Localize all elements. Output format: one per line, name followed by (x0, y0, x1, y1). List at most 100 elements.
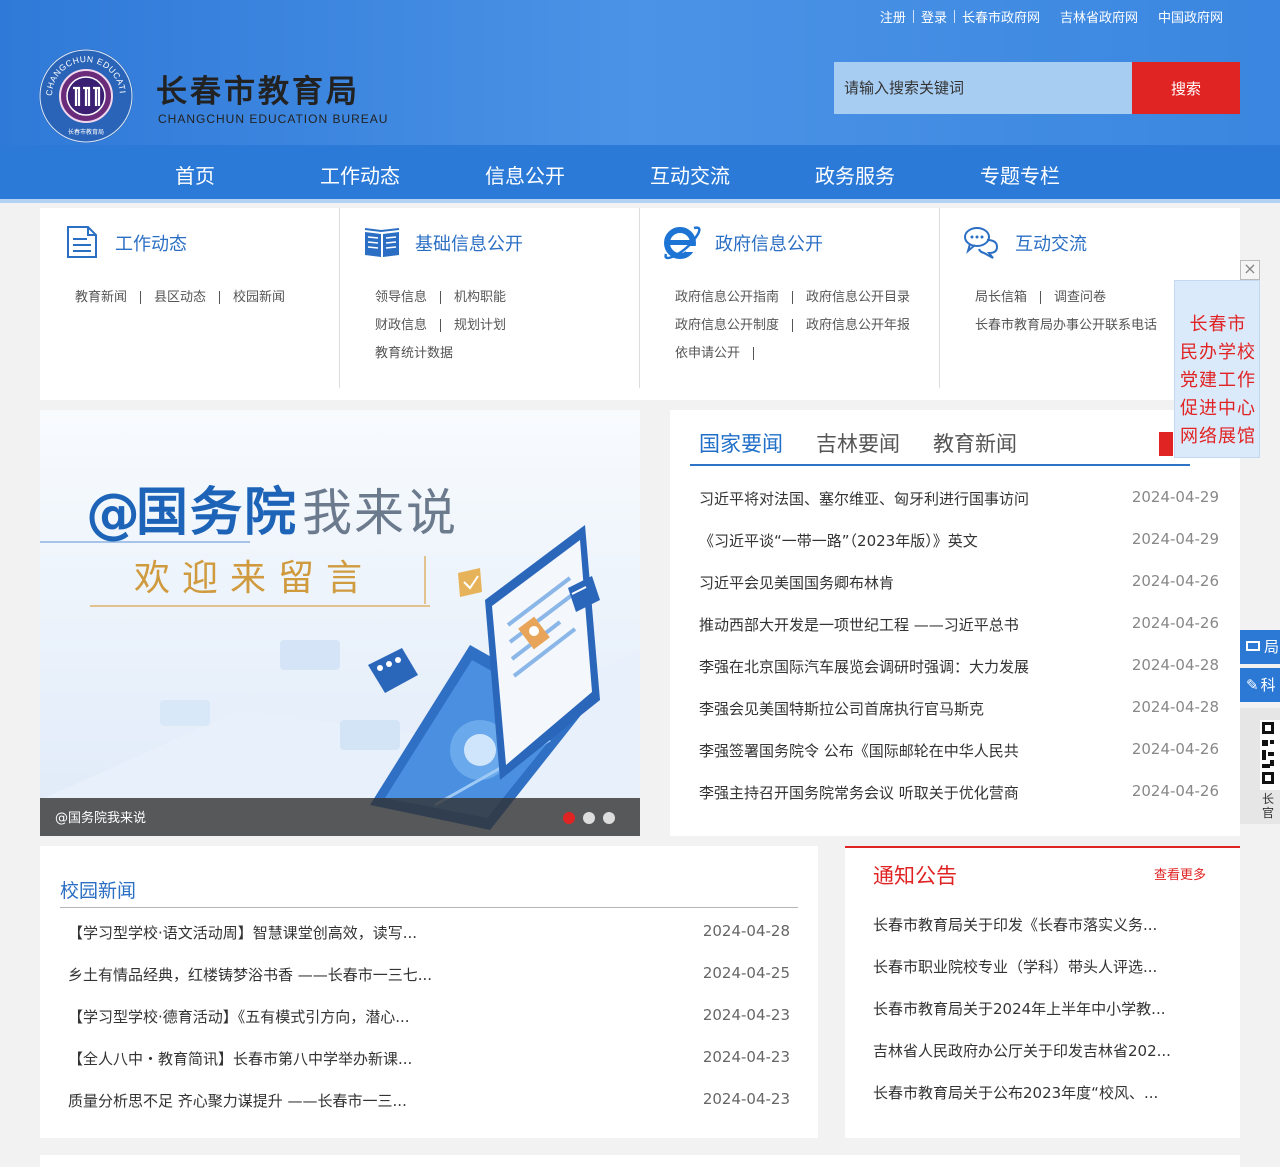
link-disclosure-catalog[interactable]: 政府信息公开目录 (806, 290, 910, 305)
more-marker[interactable] (1159, 432, 1173, 456)
news-row[interactable]: 李强在北京国际汽车展览会调研时强调：大力发展 2024-04-28 (699, 656, 1219, 698)
more-link[interactable]: 查看更多 (1154, 864, 1206, 883)
news-date: 2024-04-28 (1131, 698, 1219, 716)
news-row[interactable]: 李强签署国务院令 公布《国际邮轮在中华人民共 2024-04-26 (699, 740, 1219, 782)
china-gov-link[interactable]: 中国政府网 (1151, 7, 1230, 26)
floating-ad[interactable]: 长春市 民办学校 党建工作 促进中心 网络展馆 (1174, 280, 1260, 458)
notice-item[interactable]: 长春市职业院校专业（学科）带头人评选... (873, 956, 1213, 977)
news-date: 2024-04-28 (1131, 656, 1219, 674)
quick-title[interactable]: 工作动态 (115, 230, 187, 256)
news-row[interactable]: 《习近平谈“一带一路”（2023年版）》英文 2024-04-29 (699, 530, 1219, 572)
bureau-logo[interactable]: CHANGCHUN EDUCATION BUREAU 长春市教育局 (38, 48, 134, 144)
nav-item-home[interactable]: 首页 (130, 145, 260, 203)
nav-item-interaction[interactable]: 互动交流 (625, 145, 755, 203)
news-title[interactable]: 李强签署国务院令 公布《国际邮轮在中华人民共 (699, 740, 1109, 761)
notice-item[interactable]: 长春市教育局关于公布2023年度“校风、... (873, 1082, 1213, 1103)
campus-news-title[interactable]: 校园新闻 (60, 876, 136, 903)
qr-caption: 长官 (1262, 792, 1274, 820)
link-finance[interactable]: 财政信息 (375, 318, 427, 333)
slide-caption[interactable]: @国务院我来说 (40, 798, 640, 836)
link-statistics[interactable]: 教育统计数据 (375, 346, 453, 361)
news-title[interactable]: 习近平将对法国、塞尔维亚、匈牙利进行国事访问 (699, 488, 1109, 509)
search-input[interactable] (834, 62, 1132, 114)
nav-item-services[interactable]: 政务服务 (790, 145, 920, 203)
floating-ad-text[interactable]: 长春市 民办学校 党建工作 促进中心 网络展馆 (1175, 311, 1261, 451)
news-row[interactable]: 李强主持召开国务院常务会议 听取关于优化营商 2024-04-26 (699, 782, 1219, 824)
campus-news-row[interactable]: 质量分析思不足 齐心聚力谋提升 ——长春市一三... 2024-04-23 (68, 1090, 790, 1130)
slider-dot[interactable] (603, 812, 615, 824)
news-title[interactable]: 李强在北京国际汽车展览会调研时强调：大力发展 (699, 656, 1109, 677)
news-title[interactable]: 推动西部大开发是一项世纪工程 ——习近平总书 (699, 614, 1109, 635)
quick-column-work-updates: 工作动态 教育新闻 县区动态 校园新闻 (40, 208, 340, 388)
notice-panel: 通知公告 查看更多 长春市教育局关于印发《长春市落实义务... 长春市职业院校专… (845, 846, 1240, 1138)
image-slider[interactable]: @ 国务院 我来说 欢迎来留言 @国务院我来说 (40, 410, 640, 836)
changchun-gov-link[interactable]: 长春市政府网 (955, 7, 1047, 26)
login-link[interactable]: 登录 (914, 7, 954, 26)
news-title[interactable]: 习近平会见美国国务卿布林肯 (699, 572, 1109, 593)
campus-news-item-title[interactable]: 【学习型学校·语文活动周】智慧课堂创高效，读写... (68, 922, 588, 943)
nav-item-info-disclosure[interactable]: 信息公开 (460, 145, 590, 203)
notice-item[interactable]: 长春市教育局关于2024年上半年中小学教... (873, 998, 1213, 1019)
link-director-mailbox[interactable]: 局长信箱 (975, 290, 1027, 305)
link-functions[interactable]: 机构职能 (454, 290, 506, 305)
close-icon[interactable]: × (1240, 260, 1260, 280)
quick-links: 教育新闻 县区动态 校园新闻 (75, 284, 335, 312)
campus-news-item-title[interactable]: 乡土有情品经典，红楼铸梦浴书香 ——长春市一三七... (68, 964, 588, 985)
link-disclosure-guide[interactable]: 政府信息公开指南 (675, 290, 779, 305)
news-row[interactable]: 李强会见美国特斯拉公司首席执行官马斯克 2024-04-28 (699, 698, 1219, 740)
next-section-top (40, 1155, 1240, 1167)
quick-title[interactable]: 互动交流 (1015, 230, 1087, 256)
campus-news-row[interactable]: 【全人八中・教育简讯】长春市第八中学举办新课... 2024-04-23 (68, 1048, 790, 1088)
notice-title[interactable]: 通知公告 (873, 860, 957, 890)
tab-national-news[interactable]: 国家要闻 (699, 428, 783, 458)
campus-news-date: 2024-04-23 (702, 1048, 790, 1066)
news-panel: 国家要闻 吉林要闻 教育新闻 习近平将对法国、塞尔维亚、匈牙利进行国事访问 202… (670, 410, 1240, 836)
slide-headline-main: 国务院 (136, 483, 298, 543)
link-county-updates[interactable]: 县区动态 (154, 290, 206, 305)
news-row[interactable]: 推动西部大开发是一项世纪工程 ——习近平总书 2024-04-26 (699, 614, 1219, 656)
campus-news-item-title[interactable]: 【全人八中・教育简讯】长春市第八中学举办新课... (68, 1048, 588, 1069)
campus-news-row[interactable]: 【学习型学校·德育活动】《五有模式引方向，潜心... 2024-04-23 (68, 1006, 790, 1046)
tab-education-news[interactable]: 教育新闻 (933, 428, 1017, 458)
link-leadership[interactable]: 领导信息 (375, 290, 427, 305)
mailbox-side-button[interactable]: 局 (1240, 630, 1280, 664)
news-title[interactable]: 《习近平谈“一带一路”（2023年版）》英文 (699, 530, 1109, 551)
campus-news-row[interactable]: 【学习型学校·语文活动周】智慧课堂创高效，读写... 2024-04-28 (68, 922, 790, 962)
tab-jilin-news[interactable]: 吉林要闻 (816, 428, 900, 458)
register-link[interactable]: 注册 (873, 7, 913, 26)
link-disclosure-rules[interactable]: 政府信息公开制度 (675, 318, 779, 333)
news-title[interactable]: 李强主持召开国务院常务会议 听取关于优化营商 (699, 782, 1109, 803)
link-campus-news[interactable]: 校园新闻 (233, 290, 285, 305)
nav-item-work-updates[interactable]: 工作动态 (295, 145, 425, 203)
document-icon (67, 226, 97, 258)
nav-item-topics[interactable]: 专题专栏 (955, 145, 1085, 203)
edit-icon: ✎ (1246, 676, 1259, 694)
edit-side-button[interactable]: ✎ 科 (1240, 668, 1280, 702)
campus-news-item-title[interactable]: 【学习型学校·德育活动】《五有模式引方向，潜心... (68, 1006, 588, 1027)
search-button[interactable]: 搜索 (1132, 62, 1240, 114)
mailbox-side-label: 局 (1264, 638, 1280, 656)
slide-headline-at: @ (86, 482, 140, 545)
notice-item[interactable]: 长春市教育局关于印发《长春市落实义务... (873, 914, 1213, 935)
news-row[interactable]: 习近平会见美国国务卿布林肯 2024-04-26 (699, 572, 1219, 614)
link-disclosure-annual[interactable]: 政府信息公开年报 (806, 318, 910, 333)
link-contact-phone[interactable]: 长春市教育局办事公开联系电话 (975, 318, 1157, 333)
news-row[interactable]: 习近平将对法国、塞尔维亚、匈牙利进行国事访问 2024-04-29 (699, 488, 1219, 530)
campus-news-date: 2024-04-28 (702, 922, 790, 940)
campus-news-item-title[interactable]: 质量分析思不足 齐心聚力谋提升 ——长春市一三... (68, 1090, 588, 1111)
campus-news-date: 2024-04-23 (702, 1090, 790, 1108)
link-plans[interactable]: 规划计划 (454, 318, 506, 333)
link-apply-disclosure[interactable]: 依申请公开 (675, 346, 740, 361)
quick-title[interactable]: 政府信息公开 (715, 230, 823, 256)
slider-dot[interactable] (563, 812, 575, 824)
link-survey[interactable]: 调查问卷 (1054, 290, 1106, 305)
mail-icon (1246, 640, 1260, 651)
link-education-news[interactable]: 教育新闻 (75, 290, 127, 305)
notice-item[interactable]: 吉林省人民政府办公厅关于印发吉林省202... (873, 1040, 1213, 1061)
slider-dot[interactable] (583, 812, 595, 824)
news-date: 2024-04-29 (1131, 530, 1219, 548)
quick-title[interactable]: 基础信息公开 (415, 230, 523, 256)
campus-news-row[interactable]: 乡土有情品经典，红楼铸梦浴书香 ——长春市一三七... 2024-04-25 (68, 964, 790, 1004)
jilin-gov-link[interactable]: 吉林省政府网 (1053, 7, 1145, 26)
news-title[interactable]: 李强会见美国特斯拉公司首席执行官马斯克 (699, 698, 1109, 719)
